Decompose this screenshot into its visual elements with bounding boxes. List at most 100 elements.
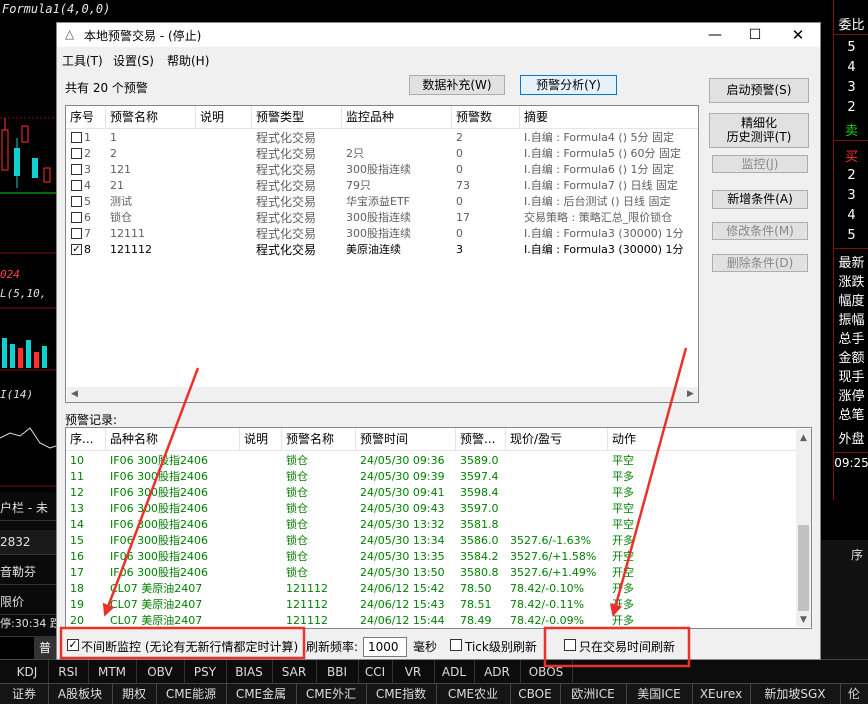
column-header[interactable]: 说明 <box>196 106 252 128</box>
menu-help[interactable]: 帮助(H) <box>167 52 209 69</box>
log-row[interactable]: 11 IF06 300股指2406 锁仓 24/05/30 09:39 3597… <box>66 469 796 485</box>
log-row[interactable]: 18 CL07 美原油2407 121112 24/06/12 15:42 78… <box>66 581 796 597</box>
alert-row[interactable]: ✓ 8 121112 程式化交易 美原油连续 3 I.自编 : Formula3… <box>66 242 698 258</box>
left-tab[interactable]: 普 <box>34 637 56 659</box>
column-header[interactable]: 预警时间 <box>356 428 456 450</box>
alert-row[interactable]: 7 12111 程式化交易 300股指连续 0 I.自编 : Formula3 … <box>66 226 698 242</box>
log-row[interactable]: 14 IF06 300股指2406 锁仓 24/05/30 13:32 3581… <box>66 517 796 533</box>
indicator-tab[interactable]: MTM <box>88 660 137 684</box>
maximize-button[interactable]: ☐ <box>735 23 775 47</box>
column-header[interactable]: 序号 <box>66 106 106 128</box>
trading-time-refresh-checkbox[interactable] <box>564 639 576 651</box>
scroll-down-icon[interactable]: ▼ <box>796 615 811 625</box>
column-header[interactable]: 品种名称 <box>106 428 240 450</box>
log-pnl <box>506 517 608 533</box>
refresh-frequency-input[interactable]: 1000 <box>363 637 407 657</box>
monitor-button[interactable]: 监控(J) <box>712 155 808 173</box>
column-header[interactable]: 摘要 <box>520 106 698 128</box>
alert-row[interactable]: 4 21 程式化交易 79只 73 I.自编 : Formula7 () 日线 … <box>66 178 698 194</box>
modify-condition-button[interactable]: 修改条件(M) <box>712 222 808 240</box>
market-tab[interactable]: 期权 <box>112 684 157 704</box>
tick-refresh-checkbox[interactable] <box>450 639 462 651</box>
fill-data-button[interactable]: 数据补充(W) <box>409 75 505 95</box>
alert-count: 0 <box>456 163 463 176</box>
market-tab[interactable]: 美国ICE <box>626 684 693 704</box>
alert-type: 程式化交易 <box>256 131 317 145</box>
minimize-button[interactable]: — <box>695 23 735 47</box>
indicator-tab[interactable]: BBI <box>316 660 359 684</box>
title-bar[interactable]: △ 本地预警交易 - (停止) — ☐ ✕ <box>57 23 820 47</box>
add-condition-button[interactable]: 新增条件(A) <box>712 190 808 209</box>
market-tab[interactable]: 新加坡SGX <box>750 684 841 704</box>
market-tab[interactable]: CME指数 <box>366 684 437 704</box>
market-tab[interactable]: CME外汇 <box>296 684 367 704</box>
alert-summary: I.自编 : Formula4 () 5分 固定 <box>524 131 674 144</box>
column-header[interactable]: 预警... <box>456 428 506 450</box>
column-header[interactable]: 监控品种 <box>342 106 452 128</box>
continuous-monitor-label[interactable]: 不间断监控 (无论有无新行情都定时计算) <box>81 638 298 655</box>
market-tab[interactable]: CME金属 <box>226 684 297 704</box>
log-alert-name: 锁仓 <box>286 518 308 531</box>
column-header[interactable]: 预警数 <box>452 106 520 128</box>
column-header[interactable]: 预警名称 <box>282 428 356 450</box>
alert-table-hscroll[interactable]: ◀ ▶ <box>67 387 698 402</box>
market-tab[interactable]: 欧洲ICE <box>560 684 627 704</box>
log-alert-name: 锁仓 <box>286 534 308 547</box>
alert-row[interactable]: 3 121 程式化交易 300股指连续 0 I.自编 : Formula6 ()… <box>66 162 698 178</box>
close-button[interactable]: ✕ <box>778 23 818 47</box>
log-time: 24/06/12 15:44 <box>360 614 445 627</box>
log-row[interactable]: 20 CL07 美原油2407 121112 24/06/12 15:44 78… <box>66 613 796 628</box>
scroll-up-icon[interactable]: ▲ <box>796 433 811 443</box>
column-header[interactable]: 预警名称 <box>106 106 196 128</box>
log-row[interactable]: 13 IF06 300股指2406 锁仓 24/05/30 09:43 3597… <box>66 501 796 517</box>
refine-backtest-button[interactable]: 精细化 历史测评(T) <box>709 113 809 148</box>
scroll-left-icon[interactable]: ◀ <box>67 389 82 399</box>
column-header[interactable]: 预警类型 <box>252 106 342 128</box>
log-row[interactable]: 16 IF06 300股指2406 锁仓 24/05/30 13:35 3584… <box>66 549 796 565</box>
indicator-tab[interactable]: BIAS <box>226 660 273 684</box>
market-tab[interactable]: CBOE <box>510 684 561 704</box>
log-row[interactable]: 12 IF06 300股指2406 锁仓 24/05/30 09:41 3598… <box>66 485 796 501</box>
trading-time-refresh-label[interactable]: 只在交易时间刷新 <box>579 638 675 655</box>
market-tab[interactable]: A股板块 <box>48 684 113 704</box>
tick-refresh-label[interactable]: Tick级别刷新 <box>465 638 537 655</box>
log-row[interactable]: 19 CL07 美原油2407 121112 24/06/12 15:43 78… <box>66 597 796 613</box>
alert-analysis-button[interactable]: 预警分析(Y) <box>520 75 617 95</box>
continuous-monitor-checkbox[interactable]: ✓ <box>67 639 79 651</box>
log-row[interactable]: 10 IF06 300股指2406 锁仓 24/05/30 09:36 3589… <box>66 453 796 469</box>
alert-row[interactable]: 1 1 程式化交易 2 I.自编 : Formula4 () 5分 固定 <box>66 130 698 146</box>
log-table-vscroll[interactable]: ▲ ▼ <box>796 429 811 627</box>
indicator-tab[interactable]: OBOS <box>520 660 573 684</box>
column-header[interactable]: 说明 <box>240 428 282 450</box>
indicator-tab[interactable]: CCI <box>358 660 393 684</box>
market-tab[interactable]: 证券 <box>0 684 49 704</box>
alert-summary: I.自编 : Formula7 () 日线 固定 <box>524 179 678 192</box>
menu-settings[interactable]: 设置(S) <box>113 52 154 69</box>
market-tab[interactable]: 伦 <box>840 684 868 704</box>
indicator-tab[interactable]: OBV <box>136 660 185 684</box>
column-header[interactable]: 动作 <box>608 428 796 450</box>
indicator-tab[interactable]: PSY <box>184 660 227 684</box>
indicator-tab[interactable]: ADR <box>474 660 521 684</box>
sell-level: 5 <box>847 40 856 55</box>
scroll-right-icon[interactable]: ▶ <box>683 389 698 399</box>
indicator-tab[interactable]: VR <box>392 660 435 684</box>
market-tab[interactable]: CME农业 <box>436 684 511 704</box>
indicator-tab[interactable]: RSI <box>48 660 89 684</box>
log-row[interactable]: 17 IF06 300股指2406 锁仓 24/05/30 13:50 3580… <box>66 565 796 581</box>
indicator-tab[interactable]: SAR <box>272 660 317 684</box>
market-tab[interactable]: XEurex <box>692 684 751 704</box>
log-row[interactable]: 15 IF06 300股指2406 锁仓 24/05/30 13:34 3586… <box>66 533 796 549</box>
alert-row[interactable]: 5 测试 程式化交易 华宝添益ETF 0 I.自编 : 后台测试 () 日线 固… <box>66 194 698 210</box>
indicator-tab[interactable]: KDJ <box>6 660 49 684</box>
column-header[interactable]: 现价/盈亏 <box>506 428 608 450</box>
menu-tools[interactable]: 工具(T) <box>62 52 103 69</box>
delete-condition-button[interactable]: 删除条件(D) <box>712 254 808 272</box>
market-tab[interactable]: CME能源 <box>156 684 227 704</box>
scroll-thumb[interactable] <box>798 525 809 611</box>
indicator-tab[interactable]: ADL <box>434 660 475 684</box>
column-header[interactable]: 序... <box>66 428 106 450</box>
alert-row[interactable]: 2 2 程式化交易 2只 0 I.自编 : Formula5 () 60分 固定 <box>66 146 698 162</box>
start-alert-button[interactable]: 启动预警(S) <box>709 78 809 103</box>
alert-row[interactable]: 6 锁仓 程式化交易 300股指连续 17 交易策略 : 策略汇总_限价锁仓 <box>66 210 698 226</box>
